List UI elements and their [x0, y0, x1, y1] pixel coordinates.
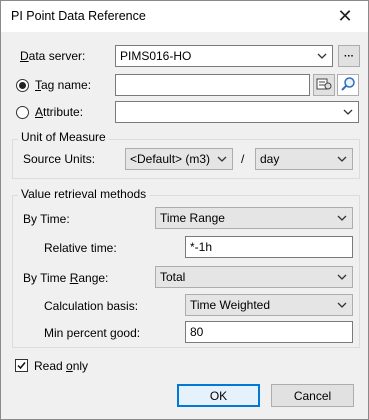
ok-button[interactable]: OK	[177, 384, 260, 407]
attribute-radio[interactable]	[16, 106, 29, 119]
by-time-range-label: By Time Range:	[23, 271, 109, 285]
by-time-range-value: Total	[160, 270, 186, 284]
attribute-label: Attribute:	[35, 105, 84, 119]
close-icon: ✕	[337, 6, 353, 26]
tag-name-input[interactable]	[115, 74, 310, 96]
ellipsis-icon: ···	[344, 50, 354, 62]
data-server-combo[interactable]: PIMS016-HO	[115, 45, 333, 67]
calculation-basis-label: Calculation basis:	[44, 299, 139, 313]
source-units-combo[interactable]: <Default> (m3)	[125, 148, 233, 170]
pi-point-dialog: PI Point Data Reference ✕ Data server: P…	[0, 0, 369, 420]
chevron-down-icon	[336, 152, 348, 166]
value-retrieval-title: Value retrieval methods	[18, 187, 150, 201]
min-percent-good-input[interactable]: 80	[185, 321, 353, 343]
min-percent-good-label: Min percent good:	[44, 326, 141, 340]
unit-separator: /	[241, 152, 245, 166]
calculation-basis-value: Time Weighted	[190, 298, 271, 312]
attribute-combo[interactable]	[115, 101, 359, 123]
by-time-combo[interactable]: Time Range	[155, 207, 353, 229]
tag-name-label: Tag name:	[35, 78, 92, 92]
magnifier-icon	[340, 76, 356, 95]
read-only-label: Read only	[34, 359, 89, 373]
calculation-basis-combo[interactable]: Time Weighted	[185, 294, 353, 316]
data-server-value: PIMS016-HO	[120, 49, 192, 63]
dialog-title: PI Point Data Reference	[11, 9, 146, 23]
cancel-button[interactable]: Cancel	[271, 384, 354, 407]
checkmark-icon	[17, 362, 26, 370]
tag-search-button[interactable]	[313, 74, 335, 96]
read-only-checkbox[interactable]	[15, 359, 28, 372]
by-time-value: Time Range	[160, 211, 225, 225]
chevron-down-icon	[342, 105, 354, 119]
data-server-browse-button[interactable]: ···	[338, 45, 360, 67]
per-unit-value: day	[260, 152, 280, 166]
tag-name-radio[interactable]	[16, 79, 29, 92]
source-units-label: Source Units:	[23, 152, 96, 166]
chevron-down-icon	[336, 270, 348, 284]
chevron-down-icon	[336, 298, 348, 312]
tag-find-button[interactable]	[337, 74, 359, 96]
unit-of-measure-title: Unit of Measure	[18, 130, 109, 144]
relative-time-input[interactable]: *-1h	[185, 236, 353, 258]
data-server-label: Data server:	[20, 49, 86, 63]
relative-time-value: *-1h	[190, 240, 213, 254]
source-units-value: <Default> (m3)	[130, 152, 211, 166]
relative-time-label: Relative time:	[44, 241, 117, 255]
per-unit-combo[interactable]: day	[255, 148, 353, 170]
title-bar: PI Point Data Reference ✕	[1, 1, 368, 32]
by-time-label: By Time:	[23, 212, 70, 226]
by-time-range-combo[interactable]: Total	[155, 266, 353, 288]
close-button[interactable]: ✕	[322, 1, 368, 32]
chevron-down-icon	[316, 49, 328, 63]
min-percent-good-value: 80	[190, 325, 204, 339]
chevron-down-icon	[216, 152, 228, 166]
tag-search-icon	[316, 77, 332, 94]
chevron-down-icon	[336, 211, 348, 225]
